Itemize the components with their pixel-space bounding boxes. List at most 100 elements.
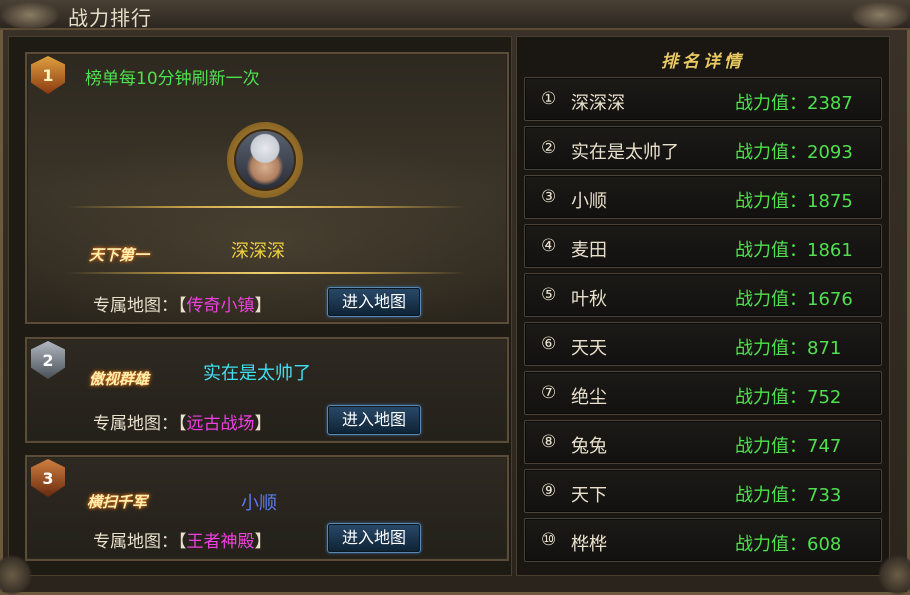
player-name: 实在是太帅了: [203, 363, 311, 384]
power-number: 752: [807, 387, 842, 408]
rank-badge-number: 3: [42, 468, 54, 488]
bracket-open: 【: [178, 532, 187, 552]
rank-number: ③: [541, 187, 557, 207]
dragon-ornament-icon: [0, 0, 60, 30]
player-name: 天天: [571, 338, 607, 359]
power-value: 战力值：1875: [735, 187, 853, 213]
power-label: 战力值：: [735, 240, 807, 261]
map-name: 王者神殿: [186, 532, 255, 552]
honor-title: 天下第一: [89, 246, 150, 264]
bracket-close: 】: [254, 532, 272, 552]
power-label: 战力值：: [735, 338, 807, 359]
honor-title: 傲视群雄: [89, 370, 150, 388]
power-number: 871: [807, 338, 842, 359]
map-prefix: 专属地图：: [93, 296, 178, 316]
rank-number: ⑩: [541, 530, 557, 550]
ranking-row: ⑨ 天下 战力值：733: [524, 469, 882, 513]
ranking-row: ⑤ 叶秋 战力值：1676: [524, 273, 882, 317]
top-three-area: 1 榜单每10分钟刷新一次 天下第一 深深深 专属地图：【传奇小镇】 进入地图 …: [8, 36, 512, 576]
player-name: 小顺: [571, 191, 607, 212]
exclusive-map: 专属地图：【王者神殿】: [93, 527, 272, 552]
power-value: 战力值：747: [735, 432, 841, 458]
power-label: 战力值：: [735, 289, 807, 310]
divider: [67, 206, 467, 208]
ranking-row: ⑥ 天天 战力值：871: [524, 322, 882, 366]
power-label: 战力值：: [735, 485, 807, 506]
rank-3-panel: 3 横扫千军 小顺 专属地图：【王者神殿】 进入地图: [25, 455, 509, 561]
ranking-row: ① 深深深 战力值：2387: [524, 77, 882, 121]
ranking-detail-area: 排名详情 ① 深深深 战力值：2387 ② 实在是太帅了 战力值：2093 ③ …: [516, 36, 890, 576]
ranking-row: ⑩ 桦桦 战力值：608: [524, 518, 882, 562]
rank-1-panel: 1 榜单每10分钟刷新一次 天下第一 深深深 专属地图：【传奇小镇】 进入地图: [25, 52, 509, 324]
power-label: 战力值：: [735, 93, 807, 114]
dragon-ornament-icon: [850, 0, 910, 30]
player-name: 天下: [571, 485, 607, 506]
refresh-note: 榜单每10分钟刷新一次: [85, 69, 260, 89]
rank-number: ⑤: [541, 285, 557, 305]
ranking-row: ③ 小顺 战力值：1875: [524, 175, 882, 219]
avatar: [234, 129, 296, 191]
player-name: 小顺: [241, 493, 277, 514]
power-value: 战力值：608: [735, 530, 841, 556]
player-name: 深深深: [571, 93, 625, 114]
enter-map-button[interactable]: 进入地图: [327, 287, 421, 317]
rank-badge-3-icon: 3: [31, 459, 65, 497]
player-name: 兔兔: [571, 436, 607, 457]
ranking-row: ④ 麦田 战力值：1861: [524, 224, 882, 268]
honor-title: 横扫千军: [87, 493, 148, 511]
bracket-close: 】: [254, 296, 272, 316]
power-value: 战力值：1676: [735, 285, 853, 311]
exclusive-map: 专属地图：【远古战场】: [93, 409, 272, 434]
rank-badge-2-icon: 2: [31, 341, 65, 379]
ranking-detail-title: 排名详情: [661, 52, 745, 72]
rank-badge-number: 1: [42, 65, 54, 85]
power-value: 战力值：2093: [735, 138, 853, 164]
power-number: 2093: [807, 142, 853, 163]
divider: [67, 272, 467, 274]
ranking-row: ② 实在是太帅了 战力值：2093: [524, 126, 882, 170]
exclusive-map: 专属地图：【传奇小镇】: [93, 291, 272, 316]
power-label: 战力值：: [735, 191, 807, 212]
power-value: 战力值：733: [735, 481, 841, 507]
enter-map-button[interactable]: 进入地图: [327, 405, 421, 435]
power-value: 战力值：871: [735, 334, 841, 360]
corner-ornament-icon: [878, 555, 910, 595]
rank-2-panel: 2 傲视群雄 实在是太帅了 专属地图：【远古战场】 进入地图: [25, 337, 509, 443]
power-value: 战力值：2387: [735, 89, 853, 115]
player-name: 麦田: [571, 240, 607, 261]
power-number: 1861: [807, 240, 853, 261]
map-name: 远古战场: [186, 414, 255, 434]
map-name: 传奇小镇: [186, 296, 255, 316]
bracket-open: 【: [178, 414, 187, 434]
power-value: 战力值：1861: [735, 236, 853, 262]
power-number: 1676: [807, 289, 853, 310]
power-label: 战力值：: [735, 142, 807, 163]
player-name: 桦桦: [571, 534, 607, 555]
rank-badge-1-icon: 1: [31, 56, 65, 94]
ranking-row: ⑦ 绝尘 战力值：752: [524, 371, 882, 415]
window-title: 战力排行: [68, 6, 152, 30]
ranking-row: ⑧ 兔兔 战力值：747: [524, 420, 882, 464]
map-prefix: 专属地图：: [93, 414, 178, 434]
power-number: 2387: [807, 93, 853, 114]
player-name: 深深深: [231, 241, 285, 262]
player-name: 实在是太帅了: [571, 142, 679, 163]
power-number: 608: [807, 534, 842, 555]
power-number: 747: [807, 436, 842, 457]
rank-number: ④: [541, 236, 557, 256]
map-prefix: 专属地图：: [93, 532, 178, 552]
title-bar: 战力排行: [0, 0, 910, 30]
avatar-frame: [227, 122, 303, 198]
rank-number: ①: [541, 89, 557, 109]
power-number: 733: [807, 485, 842, 506]
rank-number: ⑨: [541, 481, 557, 501]
rank-number: ②: [541, 138, 557, 158]
enter-map-button[interactable]: 进入地图: [327, 523, 421, 553]
power-label: 战力值：: [735, 387, 807, 408]
power-label: 战力值：: [735, 534, 807, 555]
rank-number: ⑧: [541, 432, 557, 452]
power-label: 战力值：: [735, 436, 807, 457]
rank-badge-number: 2: [42, 350, 54, 370]
power-value: 战力值：752: [735, 383, 841, 409]
rank-number: ⑦: [541, 383, 557, 403]
